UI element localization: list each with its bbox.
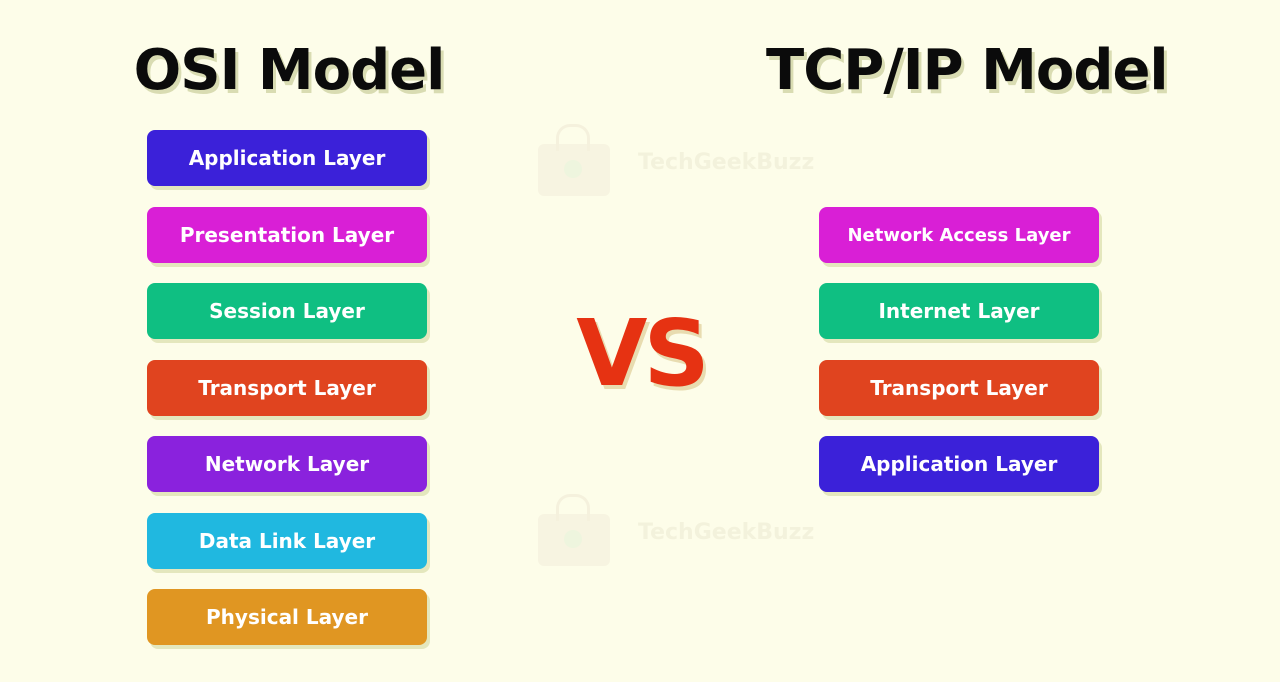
tcp-layer-application: Application Layer: [819, 436, 1099, 492]
osi-layer-application: Application Layer: [147, 130, 427, 186]
osi-layer-physical: Physical Layer: [147, 589, 427, 645]
osi-layer-data-link: Data Link Layer: [147, 513, 427, 569]
watermark-top: TechGeekBuzz: [538, 124, 815, 196]
tcp-ip-model-title: TCP/IP Model: [766, 38, 1169, 103]
watermark-text: TechGeekBuzz: [638, 519, 815, 545]
watermark-text: TechGeekBuzz: [638, 149, 815, 175]
osi-model-title: OSI Model: [133, 38, 446, 103]
watermark-bottom: TechGeekBuzz: [538, 494, 815, 566]
osi-layer-network: Network Layer: [147, 436, 427, 492]
bag-logo-icon: [538, 494, 610, 566]
tcp-layer-network-access: Network Access Layer: [819, 207, 1099, 263]
osi-layer-session: Session Layer: [147, 283, 427, 339]
tcp-layer-transport: Transport Layer: [819, 360, 1099, 416]
osi-layer-presentation: Presentation Layer: [147, 207, 427, 263]
osi-layer-transport: Transport Layer: [147, 360, 427, 416]
vs-label: VS: [576, 300, 709, 407]
bag-logo-icon: [538, 124, 610, 196]
tcp-layer-internet: Internet Layer: [819, 283, 1099, 339]
